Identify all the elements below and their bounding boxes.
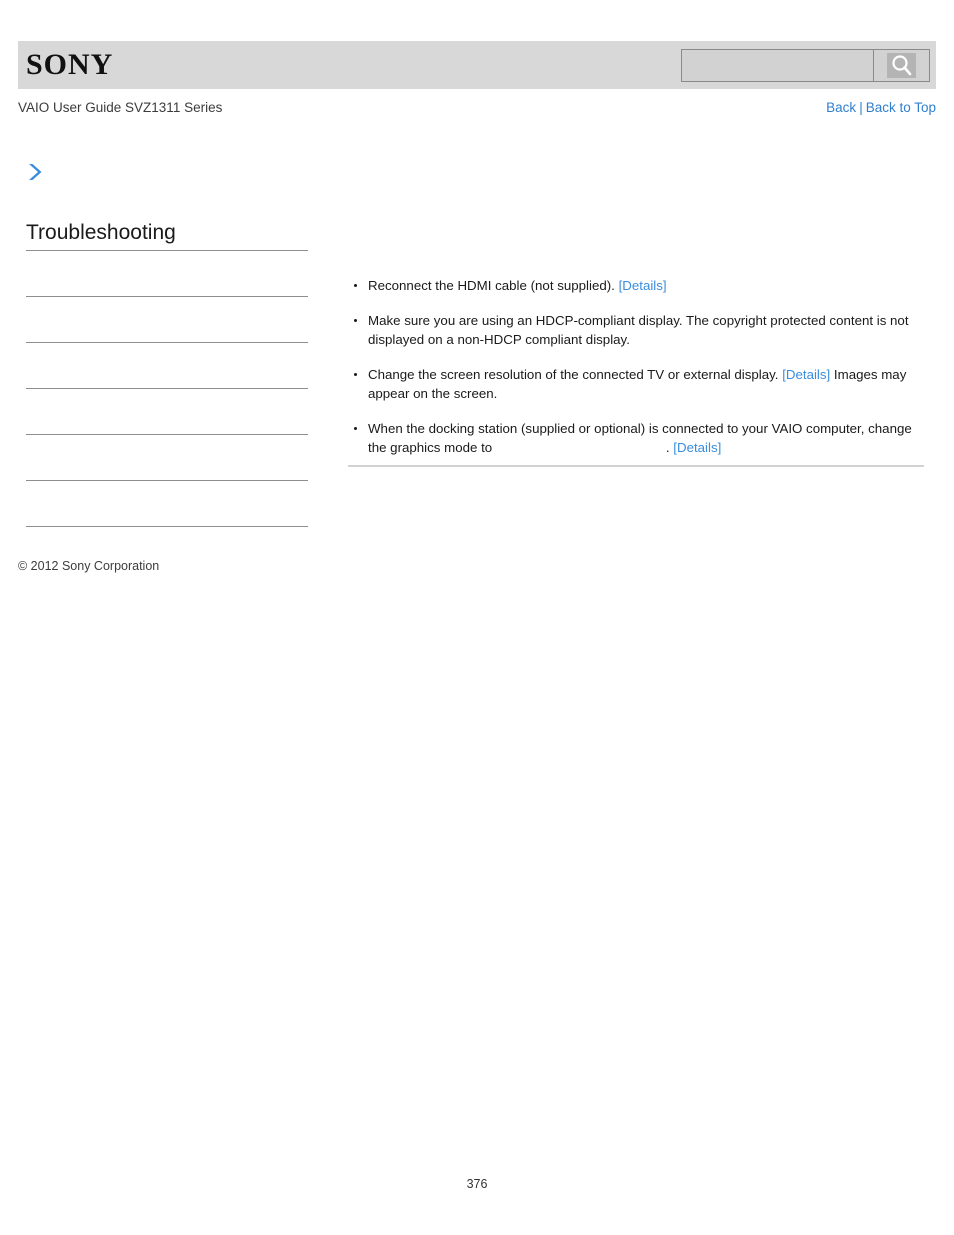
sidebar-item[interactable] bbox=[26, 343, 308, 388]
details-link[interactable]: [Details] bbox=[673, 440, 721, 455]
sidebar-item[interactable] bbox=[26, 435, 308, 480]
bullet-text: Make sure you are using an HDCP-complian… bbox=[368, 312, 909, 348]
nav-separator: | bbox=[859, 100, 863, 115]
details-link[interactable]: [Details] bbox=[619, 278, 667, 293]
sidebar-item[interactable] bbox=[26, 297, 308, 342]
list-item: Change the screen resolution of the conn… bbox=[348, 365, 924, 404]
toc-divider bbox=[26, 526, 308, 527]
content-divider bbox=[348, 465, 924, 467]
copyright-text: © 2012 Sony Corporation bbox=[18, 559, 160, 573]
bullet-icon bbox=[354, 426, 357, 430]
sidebar-toc bbox=[26, 250, 308, 527]
page-number: 376 bbox=[466, 1177, 488, 1191]
troubleshooting-tips-list: Reconnect the HDMI cable (not supplied).… bbox=[348, 276, 924, 458]
bullet-icon bbox=[354, 372, 357, 376]
search-input[interactable] bbox=[681, 49, 873, 82]
header-bar: SONY bbox=[18, 41, 936, 89]
search-button[interactable] bbox=[873, 49, 930, 82]
back-link[interactable]: Back bbox=[826, 100, 856, 115]
header-nav-links: Back | Back to Top bbox=[826, 100, 936, 115]
sidebar-item[interactable] bbox=[26, 251, 308, 296]
bullet-icon bbox=[354, 318, 357, 322]
bullet-text: When the docking station (supplied or op… bbox=[368, 420, 912, 456]
bullet-icon bbox=[354, 284, 357, 287]
list-item: When the docking station (supplied or op… bbox=[348, 419, 924, 458]
back-to-top-link[interactable]: Back to Top bbox=[866, 100, 936, 115]
main-content: Reconnect the HDMI cable (not supplied).… bbox=[348, 276, 924, 458]
chevron-right-icon[interactable] bbox=[26, 162, 44, 182]
page-title: VAIO User Guide SVZ1311 Series bbox=[18, 100, 223, 115]
list-item: Make sure you are using an HDCP-complian… bbox=[348, 311, 924, 350]
list-item: Reconnect the HDMI cable (not supplied).… bbox=[348, 276, 924, 296]
page-root: SONY VAIO User Guide SVZ1311 Series Back… bbox=[0, 0, 954, 1235]
sidebar-item[interactable] bbox=[26, 389, 308, 434]
bullet-text: Reconnect the HDMI cable (not supplied). bbox=[368, 278, 619, 293]
sony-logo: SONY bbox=[26, 48, 114, 81]
search-icon bbox=[887, 53, 916, 78]
sidebar-item[interactable] bbox=[26, 481, 308, 526]
bullet-text: Change the screen resolution of the conn… bbox=[368, 366, 783, 382]
search-area bbox=[681, 49, 930, 82]
sidebar-section-title: Troubleshooting bbox=[26, 221, 176, 244]
subheader: VAIO User Guide SVZ1311 Series Back | Back… bbox=[18, 100, 936, 120]
details-link[interactable]: [Details] bbox=[782, 367, 830, 382]
